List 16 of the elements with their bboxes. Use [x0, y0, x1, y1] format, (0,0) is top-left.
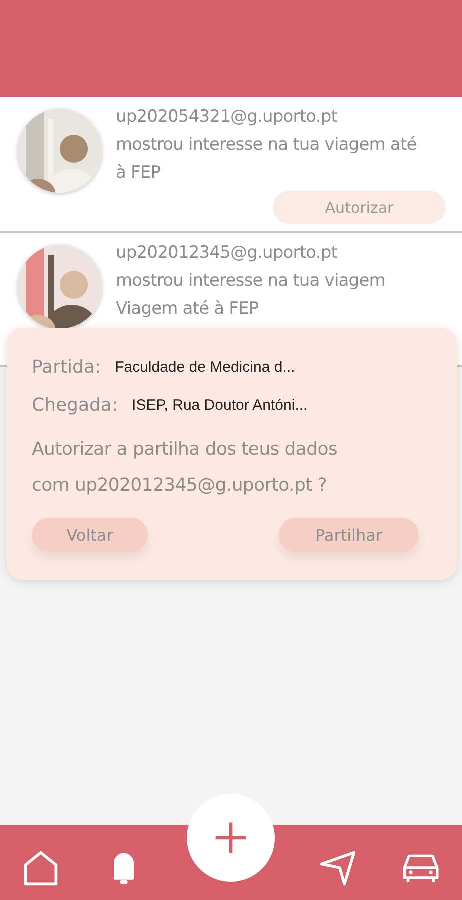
notification-text: mostrou interesse na tua viagem até [116, 134, 418, 157]
sender-email: up202054321@g.uporto.pt [116, 106, 338, 129]
authorize-button[interactable]: Autorizar [273, 191, 446, 224]
field-label: Chegada: [32, 394, 118, 416]
sender-email: up202012345@g.uporto.pt [116, 242, 338, 265]
notification-text: à FEP [116, 162, 162, 185]
send-icon[interactable] [318, 848, 358, 886]
field-value: Faculdade de Medicina d... [115, 358, 296, 376]
question-text: Autorizar a partilha dos teus dados [32, 438, 339, 462]
notification-text: mostrou interesse na tua viagem [116, 270, 386, 293]
field-value: ISEP, Rua Doutor Antóni... [132, 396, 308, 414]
back-button[interactable]: Voltar [32, 518, 148, 552]
share-button[interactable]: Partilhar [279, 518, 419, 552]
notification-text: Viagem até à FEP [116, 298, 260, 321]
field-label: Partida: [32, 356, 102, 378]
question-text: com up202012345@g.uporto.pt ? [32, 474, 328, 498]
